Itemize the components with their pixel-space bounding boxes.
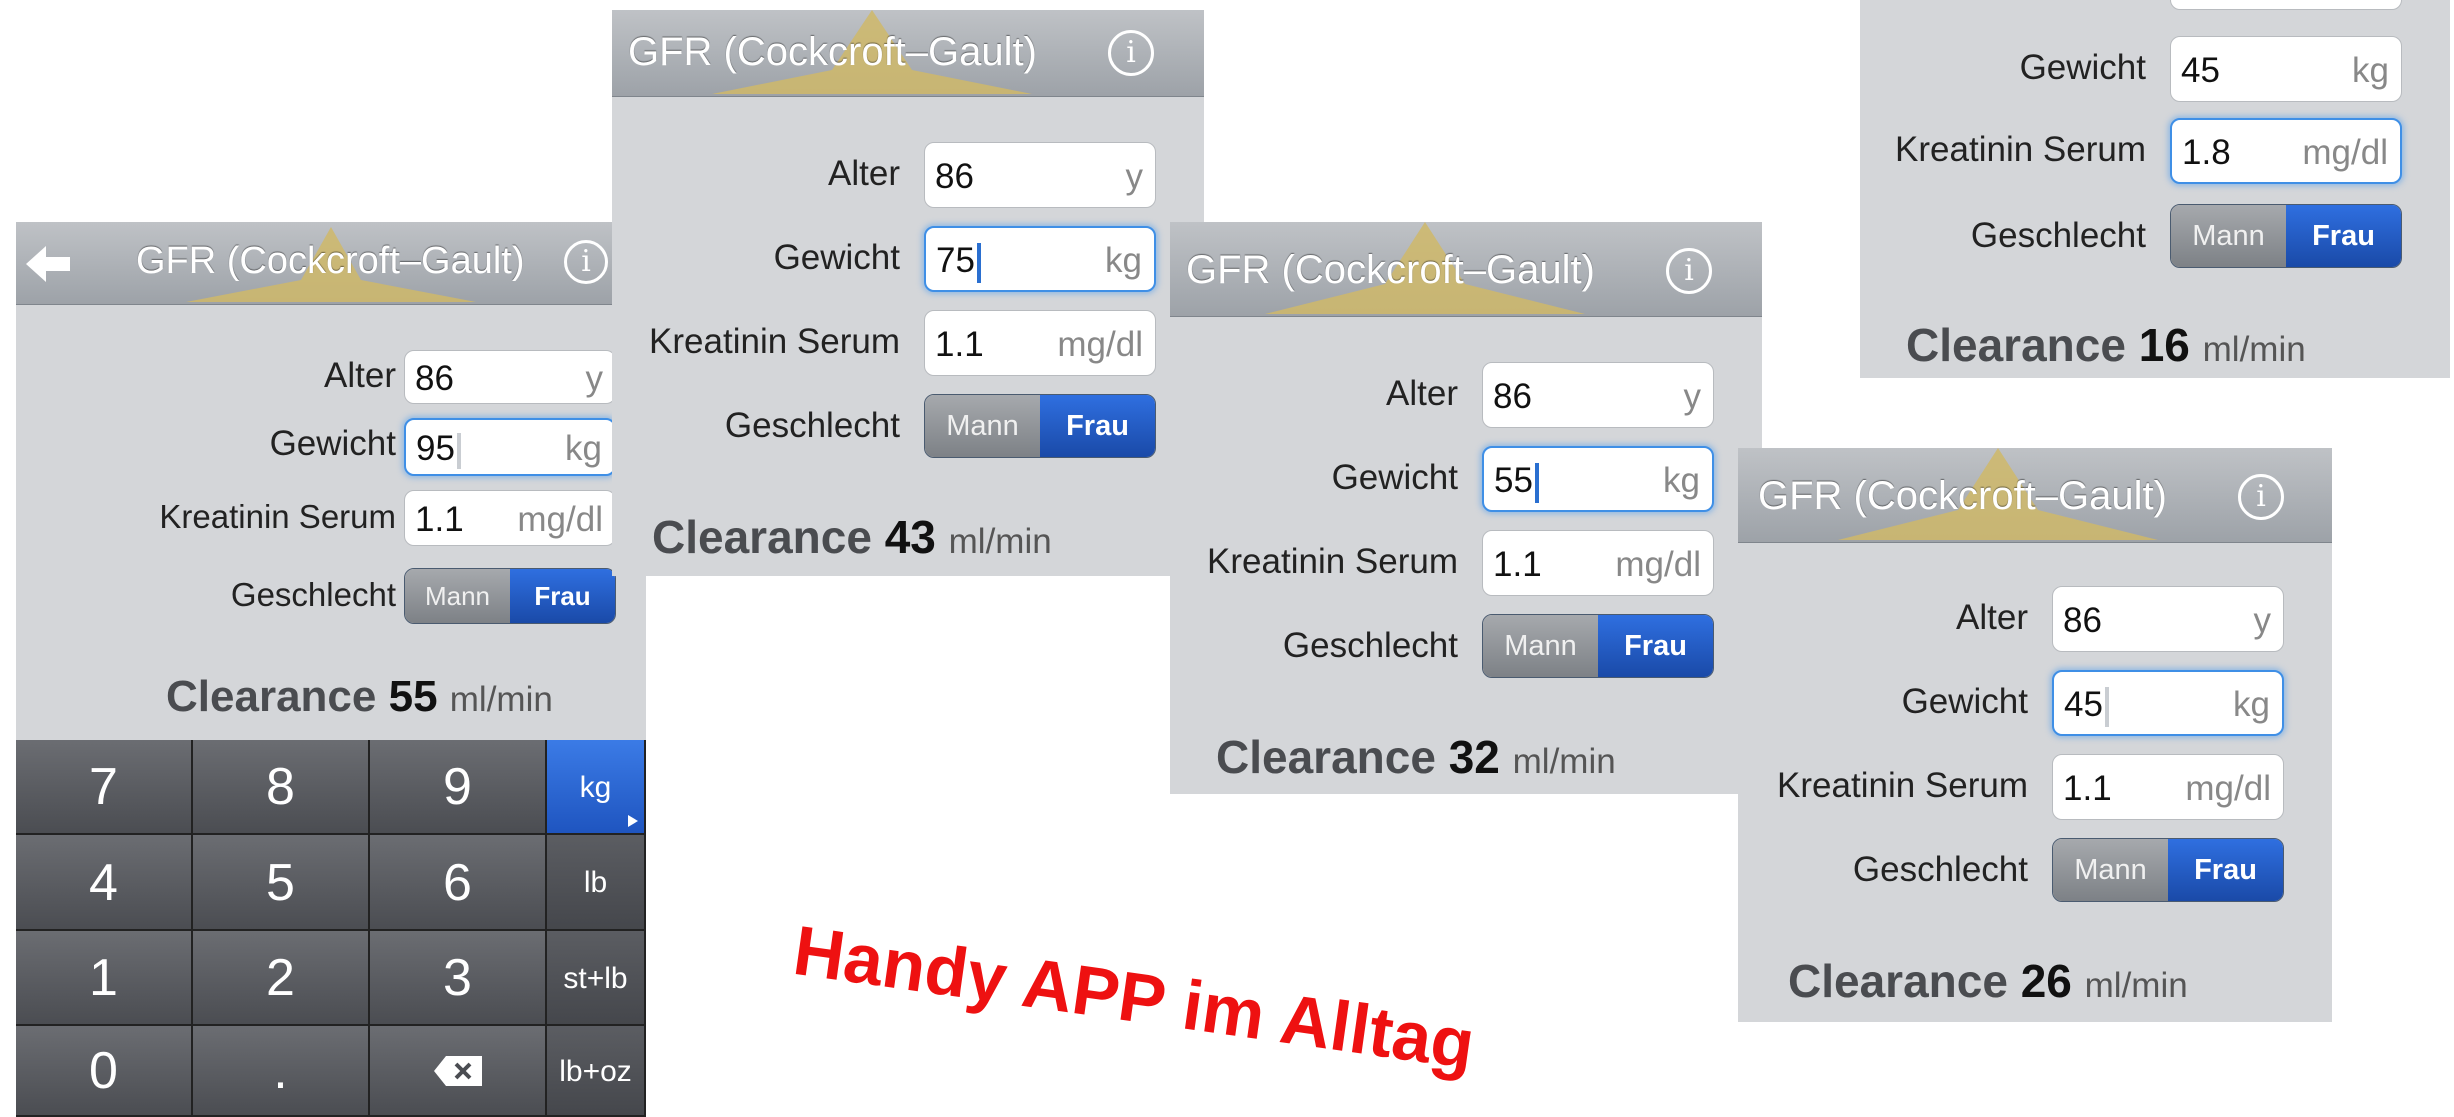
- text-cursor: [976, 242, 981, 283]
- clearance-result: Clearance 43 ml/min: [652, 511, 1052, 563]
- geschlecht-label: Geschlecht: [1852, 850, 2028, 889]
- alter-label: Alter: [324, 356, 396, 395]
- kreatinin-label: Kreatinin Serum: [1895, 130, 2146, 169]
- geschlecht-label: Geschlecht: [1282, 626, 1458, 665]
- gfr-screen-a: GFR (Cockcroft–Gault) i Alter 86 y Gewic…: [16, 222, 646, 742]
- kreatinin-input[interactable]: 1.1 mg/dl: [2052, 754, 2284, 820]
- sex-male-option[interactable]: Mann: [2053, 839, 2168, 901]
- kreatinin-input[interactable]: 1.8 mg/dl: [2170, 118, 2402, 184]
- kreatinin-input[interactable]: 1.1 mg/dl: [924, 310, 1156, 376]
- gfr-screen-e: Gewicht 45 kg Kreatinin Serum 1.8 mg/dl …: [1860, 0, 2450, 378]
- corner-arrow-icon: [628, 815, 638, 827]
- text-cursor: [456, 432, 461, 469]
- nav-title: GFR (Cockcroft–Gault): [1758, 474, 2167, 518]
- gewicht-input[interactable]: 55 kg: [1482, 446, 1714, 512]
- clearance-result: Clearance 32 ml/min: [1216, 731, 1616, 783]
- kreatinin-label: Kreatinin Serum: [1207, 542, 1458, 581]
- back-arrow-icon[interactable]: [26, 244, 74, 284]
- key-5[interactable]: 5: [193, 835, 370, 931]
- kreatinin-label: Kreatinin Serum: [159, 498, 396, 535]
- text-cursor: [1534, 462, 1539, 503]
- gewicht-label: Gewicht: [1331, 458, 1458, 497]
- sex-female-option[interactable]: Frau: [2286, 205, 2401, 267]
- gewicht-label: Gewicht: [269, 424, 396, 463]
- sex-segmented-control[interactable]: Mann Frau: [2052, 838, 2284, 902]
- backspace-key[interactable]: [370, 1026, 547, 1117]
- alter-label: Alter: [1386, 374, 1458, 413]
- text-cursor: [2104, 686, 2109, 727]
- info-icon[interactable]: i: [2238, 474, 2284, 520]
- sex-male-option[interactable]: Mann: [2171, 205, 2286, 267]
- info-icon[interactable]: i: [1108, 30, 1154, 76]
- info-icon[interactable]: i: [564, 240, 608, 284]
- sex-male-option[interactable]: Mann: [925, 395, 1040, 457]
- key-unit-st-lb[interactable]: st+lb: [547, 931, 646, 1026]
- key-4[interactable]: 4: [16, 835, 193, 931]
- alter-label: Alter: [828, 154, 900, 193]
- sex-segmented-control[interactable]: Mann Frau: [2170, 204, 2402, 268]
- gfr-screen-b: GFR (Cockcroft–Gault) i Alter 86 y Gewic…: [612, 10, 1204, 576]
- nav-title: GFR (Cockcroft–Gault): [628, 30, 1037, 74]
- key-1[interactable]: 1: [16, 931, 193, 1026]
- key-3[interactable]: 3: [370, 931, 547, 1026]
- kreatinin-input[interactable]: 1.1 mg/dl: [404, 490, 616, 546]
- key-unit-lb[interactable]: lb: [547, 835, 646, 931]
- key-decimal[interactable]: .: [193, 1026, 370, 1117]
- alter-input[interactable]: 86 y: [404, 350, 616, 404]
- alter-input[interactable]: 86 y: [924, 142, 1156, 208]
- key-unit-kg[interactable]: kg: [547, 740, 646, 835]
- clearance-result: Clearance 16 ml/min: [1906, 319, 2306, 371]
- sex-female-option[interactable]: Frau: [510, 569, 615, 623]
- clearance-result: Clearance 26 ml/min: [1788, 955, 2188, 1007]
- kreatinin-input[interactable]: 1.1 mg/dl: [1482, 530, 1714, 596]
- sex-segmented-control[interactable]: Mann Frau: [1482, 614, 1714, 678]
- sex-segmented-control[interactable]: Mann Frau: [924, 394, 1156, 458]
- sex-female-option[interactable]: Frau: [2168, 839, 2283, 901]
- key-7[interactable]: 7: [16, 740, 193, 835]
- gewicht-input[interactable]: 75 kg: [924, 226, 1156, 292]
- nav-bar: GFR (Cockcroft–Gault) i: [1170, 222, 1762, 317]
- key-unit-lb-oz[interactable]: lb+oz: [547, 1026, 646, 1117]
- key-8[interactable]: 8: [193, 740, 370, 835]
- nav-title: GFR (Cockcroft–Gault): [1186, 248, 1595, 292]
- alter-input[interactable]: 86 y: [1482, 362, 1714, 428]
- sex-female-option[interactable]: Frau: [1598, 615, 1713, 677]
- kreatinin-label: Kreatinin Serum: [1777, 766, 2028, 805]
- alter-input-cropped[interactable]: [2170, 0, 2402, 10]
- gewicht-label: Gewicht: [773, 238, 900, 277]
- nav-title: GFR (Cockcroft–Gault): [136, 240, 525, 282]
- gewicht-input[interactable]: 45 kg: [2052, 670, 2284, 736]
- key-2[interactable]: 2: [193, 931, 370, 1026]
- geschlecht-label: Geschlecht: [230, 576, 396, 613]
- backspace-icon: [434, 1056, 482, 1086]
- nav-bar: GFR (Cockcroft–Gault) i: [1738, 448, 2332, 543]
- gfr-screen-d: GFR (Cockcroft–Gault) i Alter 86 y Gewic…: [1738, 448, 2332, 1022]
- gfr-screen-c: GFR (Cockcroft–Gault) i Alter 86 y Gewic…: [1170, 222, 1762, 794]
- caption-text: Handy APP im Alltag: [789, 910, 1480, 1084]
- nav-bar: GFR (Cockcroft–Gault) i: [16, 222, 646, 305]
- sex-segmented-control[interactable]: Mann Frau: [404, 568, 616, 624]
- kreatinin-label: Kreatinin Serum: [649, 322, 900, 361]
- alter-label: Alter: [1956, 598, 2028, 637]
- alter-input[interactable]: 86 y: [2052, 586, 2284, 652]
- sex-male-option[interactable]: Mann: [1483, 615, 1598, 677]
- sex-male-option[interactable]: Mann: [405, 569, 510, 623]
- gewicht-input[interactable]: 95 kg: [404, 418, 616, 476]
- numeric-keypad: 7 8 9 kg 4 5 6 lb 1 2 3 st+lb 0 . lb+oz: [16, 740, 646, 1117]
- clearance-result: Clearance 55 ml/min: [166, 672, 553, 721]
- key-0[interactable]: 0: [16, 1026, 193, 1117]
- info-icon[interactable]: i: [1666, 248, 1712, 294]
- gewicht-input[interactable]: 45 kg: [2170, 36, 2402, 102]
- nav-bar: GFR (Cockcroft–Gault) i: [612, 10, 1204, 97]
- sex-female-option[interactable]: Frau: [1040, 395, 1155, 457]
- key-9[interactable]: 9: [370, 740, 547, 835]
- gewicht-label: Gewicht: [2019, 48, 2146, 87]
- key-6[interactable]: 6: [370, 835, 547, 931]
- gewicht-label: Gewicht: [1901, 682, 2028, 721]
- geschlecht-label: Geschlecht: [1970, 216, 2146, 255]
- geschlecht-label: Geschlecht: [724, 406, 900, 445]
